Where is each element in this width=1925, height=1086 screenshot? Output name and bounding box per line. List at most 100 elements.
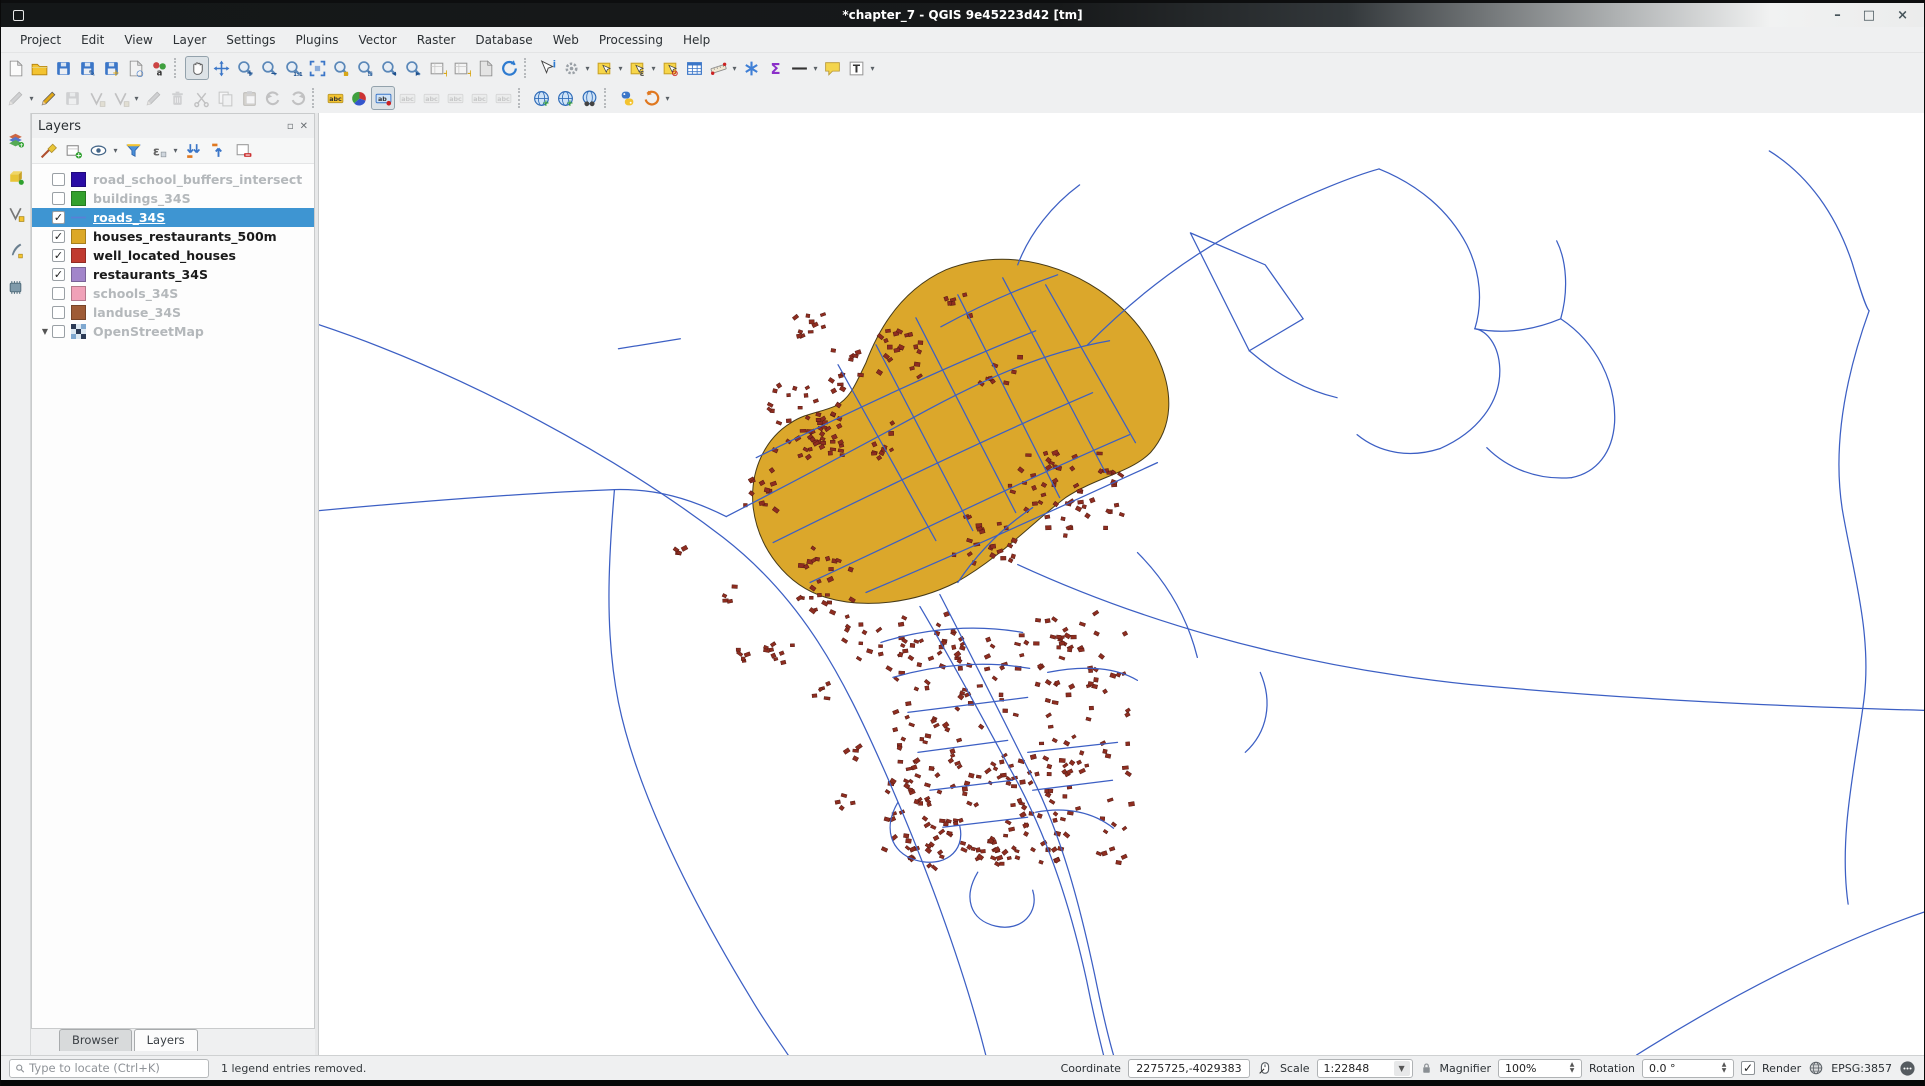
zoom-to-selection-icon[interactable]: ▪ — [329, 56, 353, 80]
zoom-in-icon[interactable]: + — [233, 56, 257, 80]
processing-history-dropdown-icon[interactable]: ▾ — [663, 94, 672, 103]
layer-row-road_school_buffers_intersect[interactable]: road_school_buffers_intersect — [32, 170, 314, 189]
save-project-icon[interactable] — [51, 56, 75, 80]
scale-combo[interactable]: 1:22848 ▼ — [1317, 1059, 1413, 1078]
menu-edit[interactable]: Edit — [72, 30, 113, 50]
menu-raster[interactable]: Raster — [408, 30, 465, 50]
scale-dropdown-icon[interactable]: ▼ — [1394, 1061, 1410, 1076]
minimize-button[interactable]: – — [1834, 9, 1841, 22]
layer-checkbox[interactable]: ✓ — [52, 211, 65, 224]
move-label-icon[interactable]: abc — [467, 86, 491, 110]
toggle-editing-icon[interactable] — [36, 86, 60, 110]
open-layer-styling-panel-icon[interactable] — [36, 140, 60, 162]
menu-processing[interactable]: Processing — [590, 30, 672, 50]
layer-row-schools_34S[interactable]: schools_34S — [32, 284, 314, 303]
layer-row-houses_restaurants_500m[interactable]: ✓houses_restaurants_500m — [32, 227, 314, 246]
deselect-features-icon[interactable]: ⊘ — [658, 56, 682, 80]
zoom-last-icon[interactable]: ◂ — [377, 56, 401, 80]
map-tips-icon[interactable] — [820, 56, 844, 80]
layer-row-buildings_34S[interactable]: buildings_34S — [32, 189, 314, 208]
data-source-manager-icon[interactable]: + — [4, 127, 28, 151]
select-features-icon[interactable] — [592, 56, 616, 80]
geometry-checker-icon[interactable]: + — [553, 86, 577, 110]
maximize-button[interactable]: □ — [1863, 9, 1875, 22]
menu-project[interactable]: Project — [11, 30, 70, 50]
menu-help[interactable]: Help — [674, 30, 719, 50]
layer-checkbox[interactable]: ✓ — [52, 268, 65, 281]
modify-attributes-icon[interactable] — [141, 86, 165, 110]
layer-row-OpenStreetMap[interactable]: ▼OpenStreetMap — [32, 322, 314, 341]
vertex-tool-icon[interactable] — [108, 86, 132, 110]
remove-layer-icon[interactable] — [231, 140, 255, 162]
zoom-out-icon[interactable]: − — [257, 56, 281, 80]
undo-icon[interactable] — [261, 86, 285, 110]
menu-web[interactable]: Web — [544, 30, 588, 50]
save-layer-edits-icon[interactable] — [60, 86, 84, 110]
new-text-annotation-dropdown-icon[interactable]: ▾ — [868, 64, 877, 73]
temporal-controller-icon[interactable] — [473, 56, 497, 80]
line-style-icon[interactable] — [787, 56, 811, 80]
style-manager-icon[interactable]: a — [147, 56, 171, 80]
layer-diagram-options-icon[interactable] — [347, 86, 371, 110]
locate-input[interactable] — [29, 1061, 203, 1075]
filter-legend-icon[interactable] — [121, 140, 145, 162]
redo-icon[interactable] — [285, 86, 309, 110]
layer-checkbox[interactable]: ✓ — [52, 249, 65, 262]
layer-row-roads_34S[interactable]: ✓ roads_34S — [32, 208, 314, 227]
add-group-icon[interactable]: + — [61, 140, 85, 162]
magnifier-spinbox[interactable]: 100% ▲▼ — [1498, 1059, 1582, 1078]
measure-line-dropdown-icon[interactable]: ▾ — [730, 64, 739, 73]
layout-manager-icon[interactable]: ○ — [123, 56, 147, 80]
render-checkbox[interactable]: ✓ — [1741, 1061, 1755, 1075]
expand-all-icon[interactable] — [181, 140, 205, 162]
select-by-expression-dropdown-icon[interactable]: ▾ — [649, 64, 658, 73]
filter-by-expression-dropdown-icon[interactable]: ▾ — [171, 146, 180, 155]
magnifier-spin-arrows[interactable]: ▲▼ — [1565, 1062, 1579, 1074]
identify-features-icon[interactable]: i — [535, 56, 559, 80]
filter-by-expression-icon[interactable]: ε — [146, 140, 170, 162]
refresh-map-icon[interactable] — [497, 56, 521, 80]
statistical-summary-icon[interactable]: Σ — [763, 56, 787, 80]
open-attribute-table-icon[interactable] — [682, 56, 706, 80]
cut-features-icon[interactable] — [189, 86, 213, 110]
add-delimited-text-layer-icon[interactable] — [4, 201, 28, 225]
open-project-icon[interactable] — [27, 56, 51, 80]
panel-float-icon[interactable]: ▫ — [287, 121, 294, 132]
menu-plugins[interactable]: Plugins — [286, 30, 347, 50]
pan-to-selection-icon[interactable] — [209, 56, 233, 80]
change-label-icon[interactable]: abc — [491, 86, 515, 110]
menu-layer[interactable]: Layer — [164, 30, 215, 50]
rotation-spinbox[interactable]: 0.0 ° ▲▼ — [1642, 1059, 1734, 1078]
locate-box[interactable] — [9, 1059, 209, 1078]
layer-name[interactable]: roads_34S — [93, 210, 165, 225]
layer-checkbox[interactable] — [52, 287, 65, 300]
layer-row-well_located_houses[interactable]: ✓well_located_houses — [32, 246, 314, 265]
python-console-icon[interactable] — [615, 86, 639, 110]
crs-globe-icon[interactable] — [1808, 1060, 1824, 1076]
menu-database[interactable]: Database — [466, 30, 541, 50]
pin-unpin-labels-icon[interactable]: abc — [419, 86, 443, 110]
add-feature-icon[interactable] — [84, 86, 108, 110]
lock-scale-icon[interactable] — [1420, 1061, 1433, 1075]
manage-map-themes-dropdown-icon[interactable]: ▾ — [111, 146, 120, 155]
highlight-pinned-labels-icon[interactable]: ab — [371, 86, 395, 110]
layer-name[interactable]: schools_34S — [93, 286, 178, 301]
new-3d-map-view-icon[interactable]: + — [449, 56, 473, 80]
select-features-dropdown-icon[interactable]: ▾ — [616, 64, 625, 73]
layer-checkbox[interactable] — [52, 325, 65, 338]
menu-view[interactable]: View — [115, 30, 161, 50]
layer-name[interactable]: landuse_34S — [93, 305, 181, 320]
current-edits-icon[interactable] — [3, 86, 27, 110]
layer-row-landuse_34S[interactable]: landuse_34S — [32, 303, 314, 322]
layer-labeling-options-icon[interactable]: abc — [323, 86, 347, 110]
show-hidden-labels-icon[interactable]: abc — [395, 86, 419, 110]
run-feature-action-icon[interactable] — [559, 56, 583, 80]
layer-expander-icon[interactable]: ▼ — [38, 327, 52, 336]
rotation-spin-arrows[interactable]: ▲▼ — [1717, 1062, 1731, 1074]
menu-vector[interactable]: Vector — [349, 30, 405, 50]
save-to-template-icon[interactable]: + — [99, 56, 123, 80]
layer-checkbox[interactable]: ✓ — [52, 230, 65, 243]
vertex-tool-dropdown-icon[interactable]: ▾ — [132, 94, 141, 103]
pan-map-icon[interactable] — [185, 56, 209, 80]
new-project-icon[interactable] — [3, 56, 27, 80]
